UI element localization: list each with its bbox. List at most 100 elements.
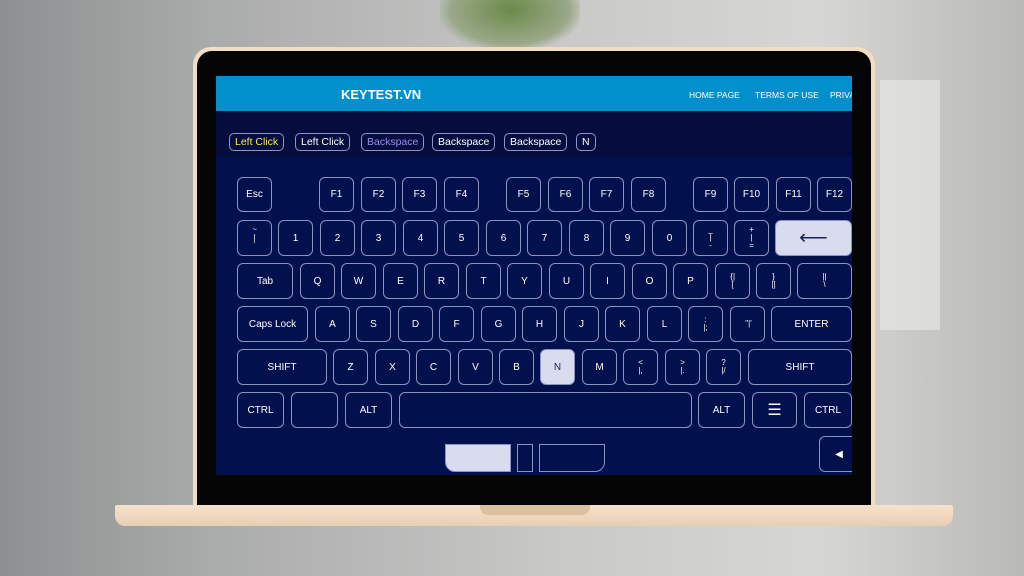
- key-p[interactable]: P: [673, 263, 708, 299]
- key-i[interactable]: I: [590, 263, 625, 299]
- key-symbol-1-11[interactable]: _|-: [693, 220, 728, 256]
- key-symbol-2-11[interactable]: {|[: [715, 263, 750, 299]
- key-n[interactable]: N: [540, 349, 575, 385]
- key-x[interactable]: X: [375, 349, 410, 385]
- key-z[interactable]: Z: [333, 349, 368, 385]
- key-legend: ALT: [712, 404, 731, 416]
- key-q[interactable]: Q: [300, 263, 335, 299]
- key-alt[interactable]: ALT: [698, 392, 745, 428]
- key-legend: ⟵: [799, 226, 828, 249]
- key-legend: B: [513, 361, 520, 373]
- key-shift[interactable]: SHIFT: [237, 349, 327, 385]
- key-symbol-3-11[interactable]: "|': [730, 306, 765, 342]
- laptop-notch: [480, 505, 590, 515]
- key-alt[interactable]: ALT: [345, 392, 392, 428]
- key-symbol-4-8[interactable]: <|,: [623, 349, 658, 385]
- key-legend: F1: [330, 189, 343, 200]
- site-logo[interactable]: KEYTEST.VN: [341, 87, 421, 102]
- key-r[interactable]: R: [424, 263, 459, 299]
- key-k[interactable]: K: [605, 306, 640, 342]
- key-v[interactable]: V: [458, 349, 493, 385]
- key-symbol-2-12[interactable]: }|]: [756, 263, 791, 299]
- key-f4[interactable]: F4: [444, 177, 479, 212]
- key-ctrl[interactable]: CTRL: [804, 392, 852, 428]
- key-symbol-1-0[interactable]: ~|`: [237, 220, 272, 256]
- nav-home[interactable]: HOME PAGE: [689, 90, 740, 100]
- key-blank[interactable]: [291, 392, 338, 428]
- key-legend: 0: [666, 232, 673, 244]
- key-legend: 6: [500, 232, 507, 244]
- history-chip: Backspace: [432, 133, 496, 151]
- key-f3[interactable]: F3: [402, 177, 437, 212]
- key-4[interactable]: 4: [403, 220, 438, 256]
- key-g[interactable]: G: [481, 306, 516, 342]
- key-e[interactable]: E: [383, 263, 418, 299]
- key-t[interactable]: T: [466, 263, 501, 299]
- key-f7[interactable]: F7: [589, 177, 624, 212]
- nav-privacy[interactable]: PRIVA: [830, 90, 852, 100]
- mouse-wheel[interactable]: [517, 444, 533, 472]
- key-9[interactable]: 9: [610, 220, 645, 256]
- key-legend: Q: [313, 275, 322, 287]
- key-6[interactable]: 6: [486, 220, 521, 256]
- key-symbol-1-12[interactable]: +|=: [734, 220, 769, 256]
- key-f10[interactable]: F10: [734, 177, 769, 212]
- key-f9[interactable]: F9: [693, 177, 728, 212]
- key-legend: 1: [292, 232, 299, 244]
- key-7[interactable]: 7: [527, 220, 562, 256]
- key-u[interactable]: U: [549, 263, 584, 299]
- key-s[interactable]: S: [356, 306, 391, 342]
- key-j[interactable]: J: [564, 306, 599, 342]
- key-symbol-4-10[interactable]: ?|/: [706, 349, 741, 385]
- key-legend: F4: [455, 189, 468, 200]
- key-0[interactable]: 0: [652, 220, 687, 256]
- key-legend: C: [429, 361, 438, 373]
- key-ctrl[interactable]: CTRL: [237, 392, 284, 428]
- key-esc[interactable]: Esc: [237, 177, 272, 212]
- key-l[interactable]: L: [647, 306, 682, 342]
- key-symbol-2-13[interactable]: ||\: [797, 263, 852, 299]
- key-capslock[interactable]: Caps Lock: [237, 306, 308, 342]
- key-3[interactable]: 3: [361, 220, 396, 256]
- key-f[interactable]: F: [439, 306, 474, 342]
- key-shift[interactable]: SHIFT: [748, 349, 852, 385]
- key-symbol-4-9[interactable]: >|.: [665, 349, 700, 385]
- key-symbol-3-10[interactable]: :|;: [688, 306, 723, 342]
- key-b[interactable]: B: [499, 349, 534, 385]
- key-f6[interactable]: F6: [548, 177, 583, 212]
- key-y[interactable]: Y: [507, 263, 542, 299]
- key-menu[interactable]: ☰: [752, 392, 797, 428]
- key-m[interactable]: M: [582, 349, 617, 385]
- key-legend: }|]: [771, 272, 776, 289]
- key-f1[interactable]: F1: [319, 177, 354, 212]
- key-f11[interactable]: F11: [776, 177, 811, 212]
- key-enter[interactable]: ENTER: [771, 306, 852, 342]
- key-o[interactable]: O: [632, 263, 667, 299]
- key-space[interactable]: [399, 392, 692, 428]
- key-f5[interactable]: F5: [506, 177, 541, 212]
- key-8[interactable]: 8: [569, 220, 604, 256]
- key-legend: A: [329, 318, 336, 330]
- key-legend: ~|`: [252, 225, 257, 250]
- nav-terms[interactable]: TERMS OF USE: [755, 90, 819, 100]
- key-tab[interactable]: Tab: [237, 263, 293, 299]
- key-legend: Z: [347, 361, 354, 373]
- arrow-left-button[interactable]: ◀: [819, 436, 852, 472]
- key-legend: 8: [583, 232, 590, 244]
- key-2[interactable]: 2: [320, 220, 355, 256]
- key-w[interactable]: W: [341, 263, 376, 299]
- key-d[interactable]: D: [398, 306, 433, 342]
- key-c[interactable]: C: [416, 349, 451, 385]
- key-legend: U: [562, 275, 571, 287]
- key-1[interactable]: 1: [278, 220, 313, 256]
- key-a[interactable]: A: [315, 306, 350, 342]
- key-f8[interactable]: F8: [631, 177, 666, 212]
- key-h[interactable]: H: [522, 306, 557, 342]
- key-f12[interactable]: F12: [817, 177, 852, 212]
- key-5[interactable]: 5: [444, 220, 479, 256]
- mouse-right-button[interactable]: [539, 444, 605, 472]
- mouse-left-button[interactable]: [445, 444, 511, 472]
- key-legend: G: [494, 318, 503, 330]
- key-f2[interactable]: F2: [361, 177, 396, 212]
- key-backspace[interactable]: ⟵: [775, 220, 852, 256]
